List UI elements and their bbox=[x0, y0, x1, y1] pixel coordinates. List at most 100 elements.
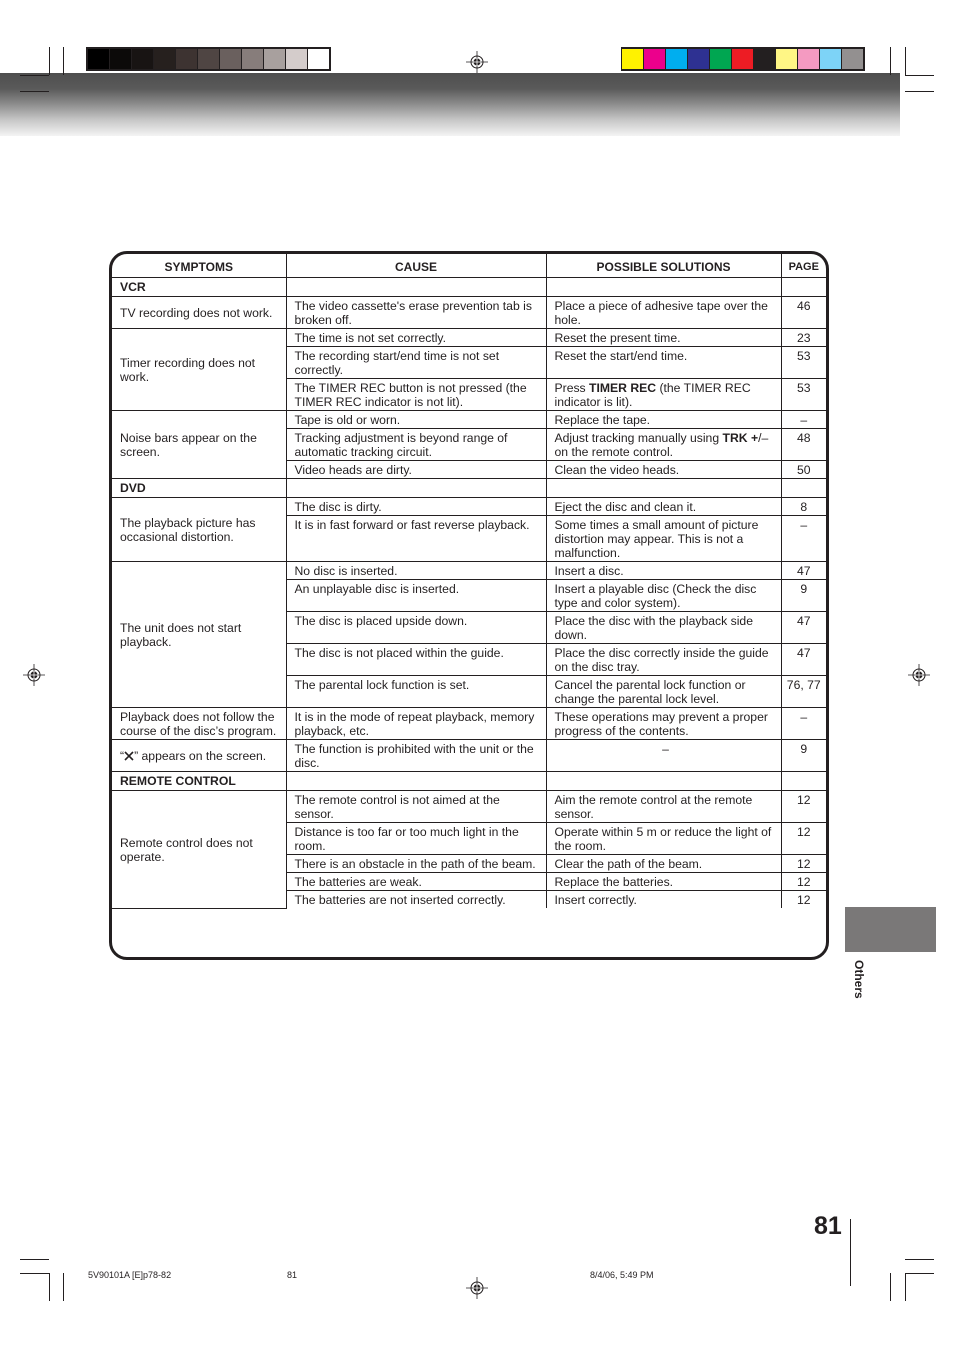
color-swatch bbox=[820, 49, 841, 69]
crop-mark bbox=[49, 47, 50, 75]
header-page: PAGE bbox=[780, 254, 826, 278]
crop-mark bbox=[890, 1273, 891, 1301]
empty-cell bbox=[285, 478, 547, 498]
cause-cell: The remote control is not aimed at the s… bbox=[285, 790, 547, 823]
table-row: “” appears on the screen. The function is… bbox=[112, 739, 826, 772]
crop-mark bbox=[20, 1273, 49, 1274]
page-reference: 47 bbox=[780, 611, 826, 644]
symptom-text: Remote control does not operate. bbox=[120, 835, 253, 864]
crop-mark bbox=[49, 1273, 50, 1301]
page-reference: 53 bbox=[780, 378, 826, 411]
color-swatch bbox=[754, 49, 775, 69]
symptom-text: Noise bars appear on the screen. bbox=[120, 431, 257, 459]
cause-cell: Distance is too far or too much light in… bbox=[286, 822, 547, 855]
cause-cell: The function is prohibited with the unit… bbox=[285, 739, 547, 772]
empty-cell bbox=[780, 771, 826, 791]
crop-mark bbox=[63, 47, 64, 75]
solution-cell: Insert a playable disc (Check the disc t… bbox=[545, 579, 782, 612]
crop-mark bbox=[20, 1259, 49, 1260]
color-swatch bbox=[622, 49, 643, 69]
color-swatch bbox=[688, 49, 709, 69]
color-swatch bbox=[176, 49, 197, 69]
crop-mark bbox=[905, 47, 906, 75]
cause-cell: It is in fast forward or fast reverse pl… bbox=[286, 515, 547, 562]
solution-cell: Reset the start/end time. bbox=[545, 346, 782, 379]
symptom-cell: Playback does not follow the course of t… bbox=[112, 707, 287, 740]
cause-cell: No disc is inserted. bbox=[285, 561, 547, 580]
table-row: The unit does not start playback. No disc… bbox=[112, 561, 826, 708]
page-reference: 23 bbox=[780, 328, 826, 347]
symptom-cell: Timer recording does not work. bbox=[112, 328, 287, 411]
color-swatch bbox=[220, 49, 241, 69]
solution-cell: Aim the remote control at the remote sen… bbox=[545, 790, 782, 823]
page-number: 81 bbox=[814, 1212, 842, 1240]
symptom-text: The playback picture has occasional dist… bbox=[120, 516, 256, 544]
section-row: DVD bbox=[112, 478, 826, 498]
solution-cell: These operations may prevent a proper pr… bbox=[545, 707, 782, 740]
crop-mark bbox=[20, 75, 49, 76]
page-reference: 47 bbox=[780, 561, 826, 580]
table-body: VCR TV recording does not work. The video … bbox=[112, 277, 826, 909]
page-reference: 50 bbox=[780, 460, 826, 479]
symptom-text: TV recording does not work. bbox=[120, 306, 273, 320]
color-swatch bbox=[154, 49, 175, 69]
color-swatch bbox=[242, 49, 263, 69]
empty-cell bbox=[545, 771, 782, 791]
solution-cell: Replace the tape. bbox=[545, 410, 782, 429]
crop-mark bbox=[890, 47, 891, 75]
symptom-cell: Noise bars appear on the screen. bbox=[112, 410, 287, 479]
color-swatch bbox=[264, 49, 285, 69]
solution-cell: Reset the present time. bbox=[545, 328, 782, 347]
crop-mark bbox=[905, 75, 934, 76]
solution-cell: Cancel the parental lock function or cha… bbox=[545, 675, 782, 708]
color-swatch bbox=[666, 49, 687, 69]
cause-cell: The time is not set correctly. bbox=[285, 328, 547, 347]
solution-cell: Press TIMER REC (the TIMER REC indicator… bbox=[545, 378, 782, 411]
color-swatch bbox=[644, 49, 665, 69]
footer-timestamp: 8/4/06, 5:49 PM bbox=[590, 1270, 654, 1280]
prohibited-x-icon bbox=[124, 749, 134, 763]
cause-cell: The video cassette's erase prevention ta… bbox=[285, 296, 547, 329]
button-name: TIMER REC bbox=[589, 381, 657, 395]
solution-cell: – bbox=[545, 739, 782, 772]
section-tab-marker bbox=[845, 907, 936, 952]
header-gradient-band bbox=[0, 73, 900, 136]
crop-mark bbox=[905, 1273, 906, 1301]
header-symptoms: SYMPTOMS bbox=[112, 254, 287, 278]
cause-cell: It is in the mode of repeat playback, me… bbox=[285, 707, 547, 740]
footer-file-name: 5V90101A [E]p78-82 bbox=[88, 1270, 172, 1280]
solution-cell: Place the disc with the playback side do… bbox=[545, 611, 782, 644]
color-swatch bbox=[710, 49, 731, 69]
symptom-text: Playback does not follow the course of t… bbox=[120, 710, 277, 738]
symptom-cell: “” appears on the screen. bbox=[112, 739, 287, 772]
solution-cell: Adjust tracking manually using TRK +/– o… bbox=[545, 428, 782, 461]
crop-mark bbox=[905, 1273, 934, 1274]
cause-cell: The disc is placed upside down. bbox=[286, 611, 547, 644]
registration-mark-icon bbox=[466, 1277, 488, 1299]
page-reference: 53 bbox=[780, 346, 826, 379]
page-reference: 76, 77 bbox=[780, 675, 826, 708]
symptom-text-suffix: ” appears on the screen. bbox=[134, 749, 267, 763]
color-swatch bbox=[286, 49, 307, 69]
symptom-cell: Remote control does not operate. bbox=[112, 790, 287, 909]
page-reference: 12 bbox=[780, 854, 826, 873]
section-row: REMOTE CONTROL bbox=[112, 771, 826, 791]
troubleshooting-table-frame: SYMPTOMS CAUSE POSSIBLE SOLUTIONS PAGE V… bbox=[109, 251, 829, 960]
troubleshooting-table: SYMPTOMS CAUSE POSSIBLE SOLUTIONS PAGE V… bbox=[112, 254, 826, 909]
symptom-text: Timer recording does not work. bbox=[120, 356, 256, 384]
color-swatch bbox=[798, 49, 819, 69]
section-title: REMOTE CONTROL bbox=[112, 771, 287, 791]
solution-cell: Insert correctly. bbox=[545, 890, 782, 908]
section-title: DVD bbox=[112, 478, 287, 498]
solution-cell: Place a piece of adhesive tape over the … bbox=[545, 296, 782, 329]
section-row: VCR bbox=[112, 277, 826, 297]
table-row: TV recording does not work. The video cas… bbox=[112, 296, 826, 329]
color-swatch bbox=[198, 49, 219, 69]
crop-mark bbox=[20, 91, 49, 92]
page-reference: 9 bbox=[780, 739, 826, 772]
cause-cell: Tracking adjustment is beyond range of a… bbox=[286, 428, 547, 461]
cause-cell: There is an obstacle in the path of the … bbox=[286, 854, 547, 873]
cause-cell: The TIMER REC button is not pressed (the… bbox=[286, 378, 547, 411]
solution-cell: Insert a disc. bbox=[545, 561, 782, 580]
page-reference: 12 bbox=[780, 790, 826, 823]
